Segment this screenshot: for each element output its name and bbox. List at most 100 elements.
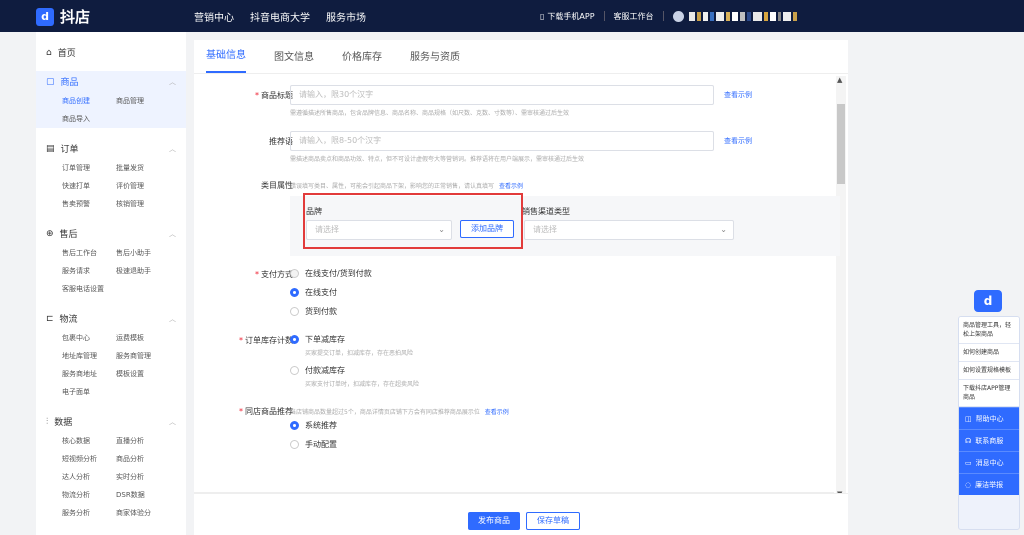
recommendation-input[interactable]: 请输入，限8-50个汉字 (290, 131, 714, 151)
home-icon: ⌂ (46, 47, 52, 58)
sidebar-subitems: 订单管理 批量发货 快速打单 评价管理 售卖预警 核销管理 (36, 159, 186, 213)
sidebar-group-header[interactable]: ⫶ 数据 ︿ (36, 411, 186, 432)
chevron-up-icon: ︿ (169, 314, 176, 323)
aftersales-icon: ⊕ (46, 228, 54, 239)
sidebar-item[interactable]: 运费模板 (116, 329, 170, 347)
message-center-button[interactable]: ▭ 消息中心 (959, 451, 1019, 473)
helper-logo-icon[interactable]: d (974, 290, 1002, 312)
sidebar-item[interactable]: 物流分析 (62, 486, 116, 504)
sidebar-item[interactable]: 服务请求 (62, 262, 116, 280)
avatar[interactable] (672, 10, 684, 22)
logo-text: 抖店 (60, 8, 91, 26)
payment-option[interactable]: 在线支付 (290, 287, 337, 298)
topnav-service-market[interactable]: 服务市场 (326, 9, 366, 24)
sidebar-item[interactable]: 服务商管理 (116, 347, 170, 365)
sidebar-group-header[interactable]: ▤ 订单 ︿ (36, 138, 186, 159)
sidebar-item[interactable]: 商家体验分 (116, 504, 170, 522)
help-center-button[interactable]: ◫ 帮助中心 (959, 407, 1019, 429)
app-logo[interactable]: d 抖店 (36, 6, 90, 27)
sidebar-item[interactable]: 模板设置 (116, 365, 170, 383)
message-icon: ▭ (965, 458, 972, 467)
customer-service-workspace-link[interactable]: 客服工作台 (614, 11, 654, 22)
sidebar-item[interactable]: 服务商地址 (62, 365, 116, 383)
scroll-up-icon[interactable]: ▲ (837, 76, 842, 84)
same-store-option[interactable]: 手动配置 (290, 439, 337, 450)
contact-service-button[interactable]: ☊ 联系商服 (959, 429, 1019, 451)
save-draft-button[interactable]: 保存草稿 (526, 512, 580, 530)
tab-basic-info[interactable]: 基础信息 (206, 46, 246, 73)
sidebar-item[interactable]: 售卖预警 (62, 195, 116, 213)
payment-option[interactable]: 货到付款 (290, 306, 337, 317)
sidebar-item[interactable]: DSR数据 (116, 486, 170, 504)
sidebar-item[interactable]: 评价管理 (116, 177, 170, 195)
product-title-example-link[interactable]: 查看示例 (724, 90, 752, 100)
helper-widget: d 商品管理工具，轻松上架商品 如何创建商品 如何设置规格模板 下载抖店APP管… (958, 290, 1020, 530)
sales-channel-select[interactable]: 请选择 ⌄ (524, 220, 734, 240)
download-app-link[interactable]: 下载手机APP (547, 11, 594, 22)
tab-price-stock[interactable]: 价格库存 (342, 48, 382, 73)
sidebar-group-aftersales: ⊕ 售后 ︿ 售后工作台 售后小助手 服务请求 极速退助手 客服电话设置 (36, 223, 186, 298)
main-panel: 基础信息 图文信息 价格库存 服务与资质 ▲ ▼ *商品标题 请输入，限30个汉… (194, 40, 848, 535)
integrity-report-button[interactable]: ◌ 廉洁举报 (959, 473, 1019, 495)
radio-icon (290, 307, 299, 316)
sidebar-item-product-import[interactable]: 商品导入 (62, 110, 116, 128)
publish-product-button[interactable]: 发布商品 (468, 512, 520, 530)
sidebar-item[interactable]: 服务分析 (62, 504, 116, 522)
sidebar-item[interactable]: 商品分析 (116, 450, 170, 468)
sidebar-item-product-manage[interactable]: 商品管理 (116, 92, 170, 110)
sidebar-item[interactable]: 客服电话设置 (62, 280, 116, 298)
stock-option[interactable]: 下单减库存 (290, 334, 345, 345)
recommendation-example-link[interactable]: 查看示例 (724, 136, 752, 146)
helper-tip[interactable]: 商品管理工具，轻松上架商品 (959, 317, 1019, 344)
sidebar-item[interactable]: 售后工作台 (62, 244, 116, 262)
scrollbar-thumb[interactable] (837, 104, 845, 184)
sidebar-item[interactable]: 售后小助手 (116, 244, 170, 262)
helper-tip[interactable]: 下载抖店APP管理商品 (959, 380, 1019, 407)
truck-icon: ⊏ (46, 313, 54, 324)
scrollbar[interactable]: ▲ ▼ (836, 76, 846, 498)
sidebar-item[interactable]: 达人分析 (62, 468, 116, 486)
sidebar-item[interactable]: 订单管理 (62, 159, 116, 177)
product-title-input[interactable]: 请输入，限30个汉字 (290, 85, 714, 105)
tab-image-text[interactable]: 图文信息 (274, 48, 314, 73)
radio-checked-icon (290, 288, 299, 297)
shield-icon: ◌ (965, 480, 972, 489)
same-store-rec-example-link[interactable]: 查看示例 (485, 409, 509, 416)
sidebar-item[interactable]: 地址库管理 (62, 347, 116, 365)
sidebar-item-home[interactable]: ⌂ 首页 (36, 40, 186, 65)
sidebar-group-logistics: ⊏ 物流 ︿ 包裹中心 运费模板 地址库管理 服务商管理 服务商地址 模板设置 电… (36, 308, 186, 401)
phone-icon: ▯ (540, 11, 545, 21)
helper-tip[interactable]: 如何创建商品 (959, 344, 1019, 362)
category-attr-example-link[interactable]: 查看示例 (499, 183, 523, 190)
sidebar-group-header[interactable]: ⊕ 售后 ︿ (36, 223, 186, 244)
sidebar-item[interactable]: 直播分析 (116, 432, 170, 450)
sidebar-group-header[interactable]: ⊏ 物流 ︿ (36, 308, 186, 329)
sidebar-item[interactable]: 短视频分析 (62, 450, 116, 468)
same-store-option[interactable]: 系统推荐 (290, 420, 337, 431)
sidebar-item[interactable]: 批量发货 (116, 159, 170, 177)
sidebar-item[interactable]: 电子面单 (62, 383, 116, 401)
sidebar-item[interactable]: 核销管理 (116, 195, 170, 213)
sidebar-subitems: 包裹中心 运费模板 地址库管理 服务商管理 服务商地址 模板设置 电子面单 (36, 329, 186, 401)
topnav-marketing[interactable]: 营销中心 (194, 9, 234, 24)
topnav-university[interactable]: 抖音电商大学 (250, 9, 310, 24)
chevron-down-icon: ⌄ (720, 225, 727, 234)
sidebar-item[interactable]: 包裹中心 (62, 329, 116, 347)
tab-service-qualification[interactable]: 服务与资质 (410, 48, 460, 73)
sidebar-item[interactable]: 极速退助手 (116, 262, 170, 280)
chevron-up-icon: ︿ (169, 417, 176, 426)
logo-icon: d (36, 7, 54, 26)
sidebar-item[interactable]: 实时分析 (116, 468, 170, 486)
helper-tip[interactable]: 如何设置规格模板 (959, 362, 1019, 380)
stock-option[interactable]: 付款减库存 (290, 365, 345, 376)
sidebar-item[interactable]: 快速打单 (62, 177, 116, 195)
sidebar-group-header[interactable]: ▢ 商品 ︿ (36, 71, 186, 92)
shop-name-redacted[interactable] (688, 11, 797, 21)
footer-bar: 发布商品 保存草稿 (194, 493, 848, 535)
sidebar-group-orders: ▤ 订单 ︿ 订单管理 批量发货 快速打单 评价管理 售卖预警 核销管理 (36, 138, 186, 213)
sidebar-item-create-product[interactable]: 商品创建 (62, 92, 116, 110)
sidebar-item[interactable]: 核心数据 (62, 432, 116, 450)
chart-icon: ⫶ (46, 416, 49, 427)
highlight-box (303, 193, 523, 249)
payment-option[interactable]: 在线支付/货到付款 (290, 268, 372, 279)
